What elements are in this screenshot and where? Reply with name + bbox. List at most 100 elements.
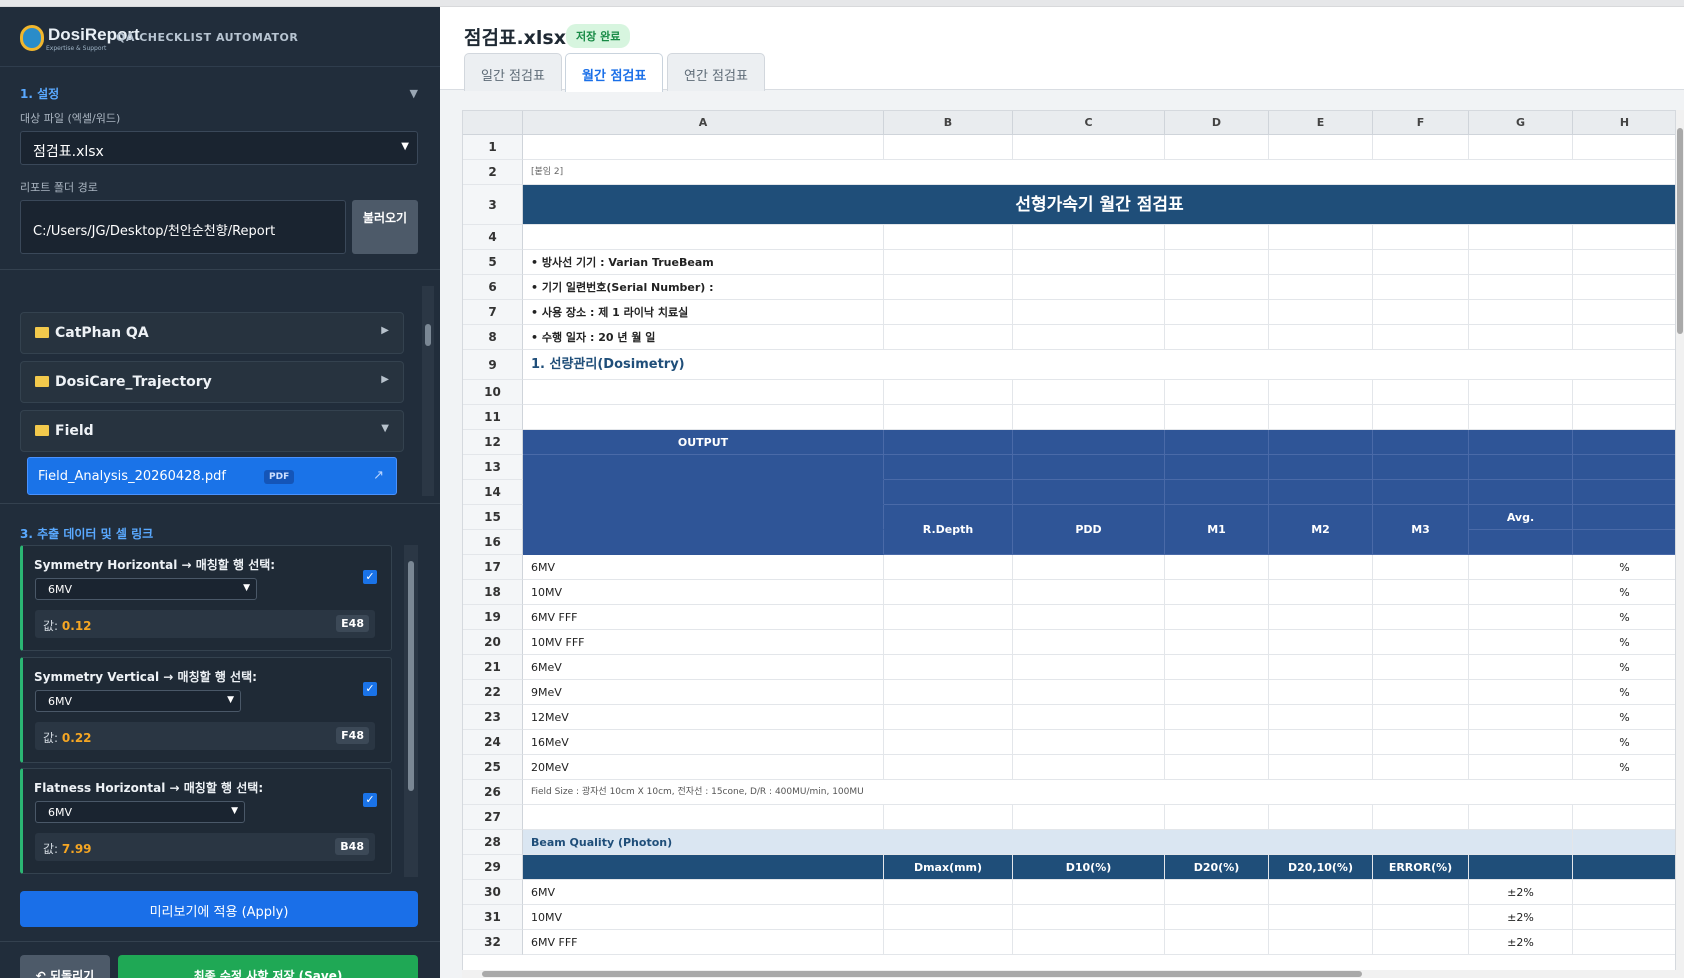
- cell[interactable]: [1469, 655, 1573, 680]
- cell[interactable]: [1469, 555, 1573, 580]
- cell[interactable]: [1373, 880, 1469, 905]
- output-col-header[interactable]: M2: [1269, 505, 1373, 555]
- cell[interactable]: [1269, 730, 1373, 755]
- energy-label[interactable]: 12MeV: [523, 705, 884, 730]
- energy-label[interactable]: 9MeV: [523, 680, 884, 705]
- cell[interactable]: [1165, 805, 1269, 830]
- load-button[interactable]: 불러오기: [352, 200, 418, 254]
- checkbox[interactable]: ✓: [363, 793, 377, 807]
- bq-energy-label[interactable]: 10MV: [523, 905, 884, 930]
- cell[interactable]: [1573, 135, 1675, 160]
- output-col-header[interactable]: M3: [1373, 505, 1469, 555]
- tree-scroll-thumb[interactable]: [425, 324, 431, 346]
- cell[interactable]: [1165, 225, 1269, 250]
- cell[interactable]: [1469, 580, 1573, 605]
- cell[interactable]: [1165, 880, 1269, 905]
- row-select[interactable]: 6MV ▼: [35, 690, 241, 712]
- cell[interactable]: [1469, 300, 1573, 325]
- cell[interactable]: [1013, 655, 1165, 680]
- cell[interactable]: [1013, 480, 1165, 505]
- energy-label[interactable]: 10MV: [523, 580, 884, 605]
- output-header[interactable]: OUTPUT: [523, 430, 884, 455]
- cell[interactable]: [1269, 605, 1373, 630]
- save-button[interactable]: 최종 수정 사항 저장 (Save): [118, 955, 418, 978]
- spreadsheet[interactable]: A B C D E F G H 1 2 [붙임 2] 3 선형가속기 월간 점검표 4 5 • 방사선 기기 …: [462, 110, 1676, 978]
- bq-col-header[interactable]: D20,10(%): [1269, 855, 1373, 880]
- cell[interactable]: [1373, 405, 1469, 430]
- row-number[interactable]: 20: [463, 630, 523, 655]
- cell[interactable]: [1573, 455, 1675, 480]
- cell[interactable]: [1013, 705, 1165, 730]
- row-number[interactable]: 5: [463, 250, 523, 275]
- bq-energy-label[interactable]: 6MV FFF: [523, 930, 884, 955]
- cell[interactable]: [1373, 705, 1469, 730]
- cell[interactable]: [1013, 325, 1165, 350]
- row-number[interactable]: 7: [463, 300, 523, 325]
- bq-col-header[interactable]: D20(%): [1165, 855, 1269, 880]
- tab-monthly[interactable]: 월간 점검표: [565, 53, 664, 92]
- cell[interactable]: [1013, 135, 1165, 160]
- corner-cell[interactable]: [463, 111, 523, 135]
- cell[interactable]: [1469, 250, 1573, 275]
- cell[interactable]: [1573, 830, 1675, 855]
- cell[interactable]: [1469, 605, 1573, 630]
- cell[interactable]: [1013, 755, 1165, 780]
- energy-label[interactable]: 6MV FFF: [523, 605, 884, 630]
- cell[interactable]: [1373, 755, 1469, 780]
- cell[interactable]: [1165, 755, 1269, 780]
- cell[interactable]: [1469, 755, 1573, 780]
- row-number[interactable]: 21: [463, 655, 523, 680]
- bq-col-header[interactable]: Dmax(mm): [884, 855, 1013, 880]
- cell[interactable]: [1269, 555, 1373, 580]
- cell[interactable]: [884, 580, 1013, 605]
- cell[interactable]: [1373, 730, 1469, 755]
- bq-col-header[interactable]: D10(%): [1013, 855, 1165, 880]
- cell[interactable]: [1573, 930, 1675, 955]
- folder-dosicare[interactable]: DosiCare_Trajectory ▶: [20, 361, 404, 403]
- cell[interactable]: [1013, 905, 1165, 930]
- cell[interactable]: [884, 905, 1013, 930]
- cell[interactable]: [1269, 430, 1373, 455]
- cell[interactable]: [1469, 480, 1573, 505]
- cell[interactable]: [1165, 930, 1269, 955]
- cell[interactable]: [1573, 505, 1675, 530]
- cell[interactable]: [1165, 705, 1269, 730]
- cell[interactable]: [1013, 455, 1165, 480]
- cell[interactable]: [1013, 555, 1165, 580]
- cell[interactable]: [1573, 430, 1675, 455]
- target-file-select[interactable]: 점검표.xlsx ▼: [20, 131, 418, 165]
- cell[interactable]: [1013, 580, 1165, 605]
- percent-cell[interactable]: %: [1573, 630, 1675, 655]
- cell[interactable]: [1469, 455, 1573, 480]
- cell[interactable]: [1269, 325, 1373, 350]
- cell[interactable]: [1165, 430, 1269, 455]
- column-header[interactable]: H: [1573, 111, 1675, 135]
- row-number[interactable]: 25: [463, 755, 523, 780]
- cell[interactable]: [1269, 250, 1373, 275]
- cell[interactable]: [523, 405, 884, 430]
- checkbox[interactable]: ✓: [363, 570, 377, 584]
- cell[interactable]: [523, 380, 884, 405]
- cell[interactable]: [1373, 380, 1469, 405]
- cell[interactable]: [1373, 480, 1469, 505]
- column-header[interactable]: E: [1269, 111, 1373, 135]
- output-col-header[interactable]: PDD: [1013, 505, 1165, 555]
- percent-cell[interactable]: %: [1573, 705, 1675, 730]
- cell[interactable]: [1373, 135, 1469, 160]
- cell[interactable]: [1469, 380, 1573, 405]
- bq-energy-label[interactable]: 6MV: [523, 880, 884, 905]
- tolerance-cell[interactable]: ±2%: [1469, 880, 1573, 905]
- cell[interactable]: [1269, 630, 1373, 655]
- cell[interactable]: [1269, 655, 1373, 680]
- cell[interactable]: [1469, 680, 1573, 705]
- output-col-header[interactable]: R.Depth: [884, 505, 1013, 555]
- cell[interactable]: [1373, 555, 1469, 580]
- cell[interactable]: [1573, 905, 1675, 930]
- cell[interactable]: [1573, 855, 1675, 880]
- cell[interactable]: [884, 325, 1013, 350]
- row-select[interactable]: 6MV ▼: [35, 801, 245, 823]
- column-header[interactable]: C: [1013, 111, 1165, 135]
- tree-scrollbar[interactable]: [422, 286, 434, 496]
- cell[interactable]: [1269, 880, 1373, 905]
- row-number[interactable]: 23: [463, 705, 523, 730]
